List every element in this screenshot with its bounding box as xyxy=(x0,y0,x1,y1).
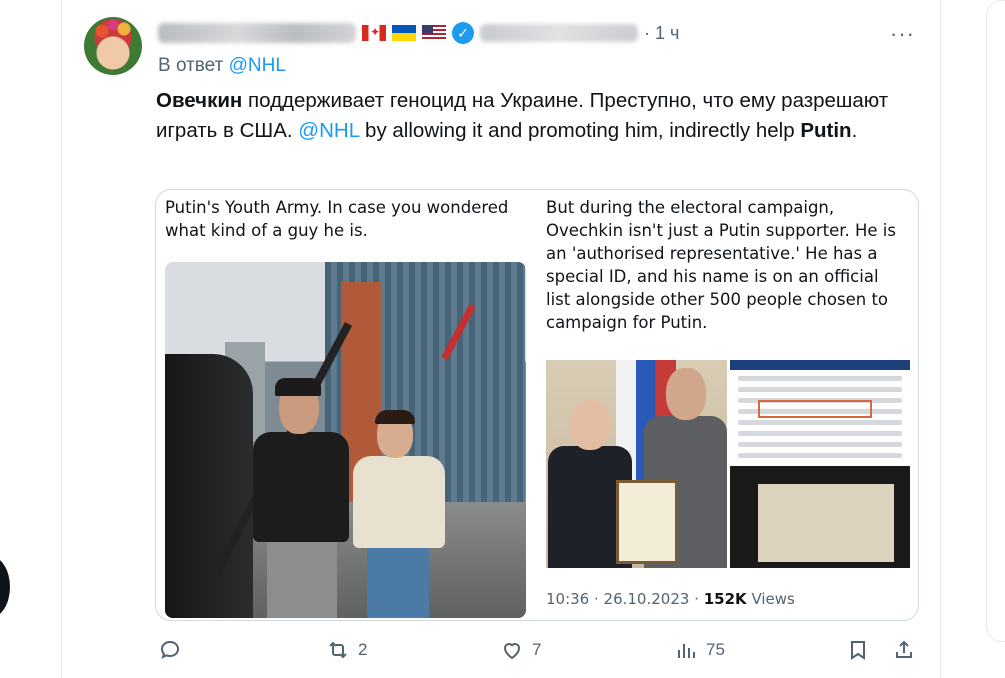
tweet-time[interactable]: · 1 ч xyxy=(644,23,679,44)
views-count: 75 xyxy=(706,640,725,659)
tweet-mention-link[interactable]: @NHL xyxy=(298,119,359,142)
photo-collage[interactable] xyxy=(546,360,911,568)
retweet-icon xyxy=(329,641,347,659)
right-panel-edge xyxy=(986,0,1005,642)
reply-prefix: В ответ xyxy=(158,55,224,76)
reply-mention-link[interactable]: @NHL xyxy=(229,55,286,76)
like-count: 7 xyxy=(532,640,542,659)
share-icon xyxy=(896,640,912,658)
stats-views-label: Views xyxy=(746,590,795,608)
photo-hockey-players[interactable] xyxy=(165,262,526,618)
verified-icon: ✓ xyxy=(452,22,474,44)
tweet-header: ✓ · 1 ч xyxy=(158,19,679,47)
tweet-text-bold-2: Putin xyxy=(800,119,852,142)
stats-time: 10:36 · 26.10.2023 · xyxy=(546,590,704,608)
reply-icon xyxy=(160,640,180,659)
retweet-count: 2 xyxy=(358,640,368,659)
like-button[interactable]: 7 xyxy=(500,638,541,662)
right-divider xyxy=(940,0,941,678)
bookmark-button[interactable] xyxy=(846,638,870,662)
action-bar: 2 7 75 xyxy=(0,638,1005,668)
photo-award-ceremony xyxy=(546,360,727,568)
reply-context: В ответ @NHL xyxy=(158,55,286,77)
left-area xyxy=(0,0,62,678)
bookmark-icon xyxy=(851,641,865,660)
retweet-button[interactable]: 2 xyxy=(326,638,367,662)
tweet-text-2: by allowing it and promoting him, indire… xyxy=(359,119,801,142)
blurred-display-name[interactable] xyxy=(158,23,356,43)
reply-button[interactable] xyxy=(158,638,190,662)
like-icon xyxy=(503,643,521,660)
canada-flag-icon xyxy=(362,25,386,41)
tweet-text-bold-1: Овечкин xyxy=(156,89,243,112)
left-divider xyxy=(61,0,62,678)
media-card[interactable]: Putin's Youth Army. In case you wondered… xyxy=(155,189,919,621)
photo-document-list xyxy=(730,360,910,568)
caption-right: But during the electoral campaign, Ovech… xyxy=(546,198,896,332)
share-button[interactable] xyxy=(892,638,916,662)
views-button[interactable]: 75 xyxy=(674,638,725,662)
ukraine-flag-icon xyxy=(392,25,416,41)
embedded-tweet-stats: 10:36 · 26.10.2023 · 152K Views xyxy=(546,590,795,608)
tweet-text-3: . xyxy=(851,119,858,142)
stats-views-count: 152K xyxy=(703,590,747,608)
blurred-handle[interactable] xyxy=(480,24,638,42)
caption-left: Putin's Youth Army. In case you wondered… xyxy=(165,198,509,240)
avatar[interactable] xyxy=(84,17,142,75)
more-icon[interactable]: ··· xyxy=(890,21,915,47)
usa-flag-icon xyxy=(422,25,446,41)
tweet-text: Овечкин поддерживает геноцид на Украине.… xyxy=(156,86,896,146)
views-icon xyxy=(678,644,695,658)
